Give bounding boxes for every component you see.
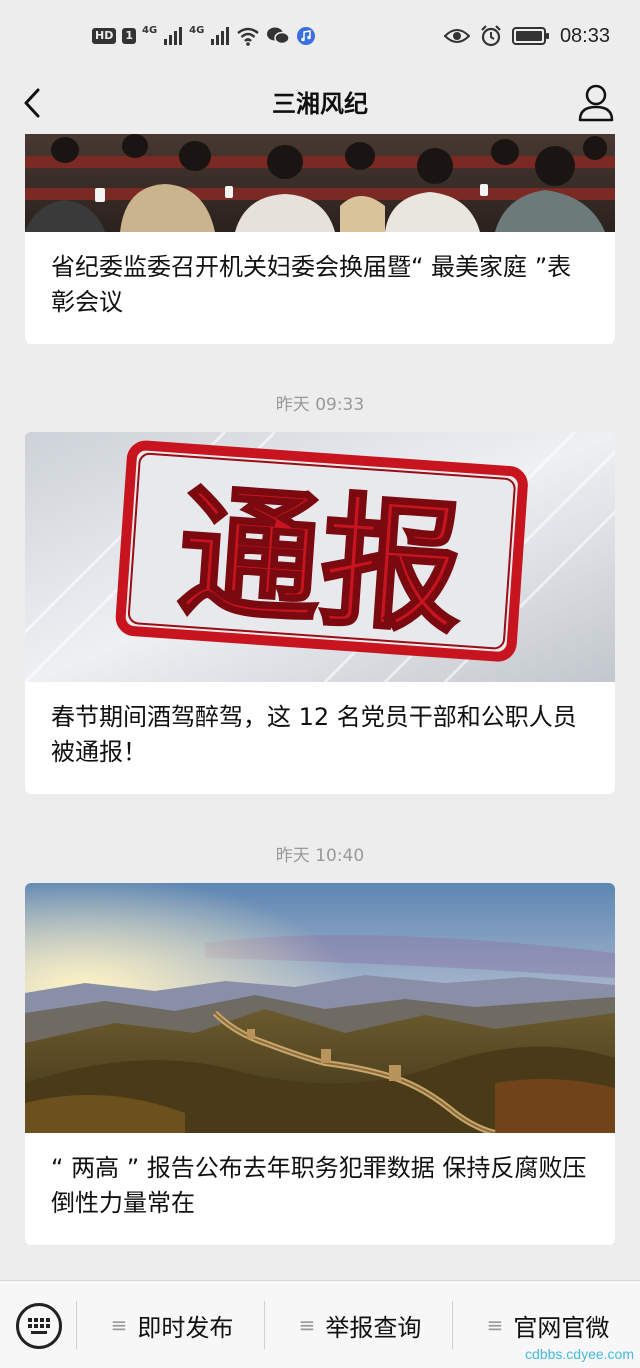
tongbao-banner: 通报: [25, 432, 615, 682]
article-card[interactable]: “ 两高 ” 报告公布去年职务犯罪数据 保持反腐败压倒性力量常在: [25, 883, 615, 1245]
music-icon: [297, 27, 316, 45]
keyboard-toggle-button[interactable]: [16, 1303, 62, 1349]
article-title: 省纪委监委召开机关妇委会换届暨“ 最美家庭 ”表彰会议: [51, 253, 572, 316]
status-left: HD 1 4G 4G: [92, 22, 316, 50]
divider: [264, 1301, 265, 1349]
page-title: 三湘风纪: [272, 90, 368, 118]
menu-item-label: 即时发布: [137, 1313, 234, 1342]
menu-lines-icon: ≡: [298, 1313, 316, 1337]
meeting-photo: [25, 134, 615, 232]
wechat-icon: [267, 27, 291, 45]
watermark: cdbbs.cdyee.com: [525, 1346, 634, 1362]
banner-text: 通报: [174, 469, 469, 653]
menu-item-report-query[interactable]: ≡ 举报查询: [268, 1305, 452, 1345]
timestamp: 昨天 10:40: [275, 846, 365, 866]
profile-button[interactable]: [574, 80, 618, 124]
menu-item-label: 官网官微: [513, 1313, 610, 1342]
divider: [452, 1301, 453, 1349]
article-title: 春节期间酒驾醉驾，这 12 名党员干部和公职人员被通报！: [51, 703, 577, 766]
clock: 08:33: [559, 24, 610, 47]
keyboard-icon: [28, 1318, 50, 1334]
menu-lines-icon: ≡: [110, 1313, 128, 1337]
article-card[interactable]: 通报 春节期间酒驾醉驾，这 12 名党员干部和公职人员被通报！: [25, 432, 615, 794]
menu-item-instant-release[interactable]: ≡ 即时发布: [80, 1305, 264, 1345]
menu-lines-icon: ≡: [486, 1313, 504, 1337]
signal-icon: [164, 27, 183, 45]
article-image-meeting: [25, 134, 615, 232]
sim-badge: 1: [122, 28, 136, 44]
article-title: “ 两高 ” 报告公布去年职务犯罪数据 保持反腐败压倒性力量常在: [51, 1154, 587, 1217]
user-icon: [578, 84, 614, 122]
wifi-icon: [237, 27, 260, 46]
article-image-tongbao: 通报: [25, 432, 615, 682]
message-feed[interactable]: 省纪委监委召开机关妇委会换届暨“ 最美家庭 ”表彰会议 昨天 09:33 通报 …: [0, 134, 640, 1280]
menu-item-label: 举报查询: [325, 1313, 422, 1342]
battery-icon: [511, 27, 549, 45]
network-type-1: 4G: [142, 24, 158, 36]
signal-icon: [211, 27, 230, 45]
eye-icon: [443, 29, 470, 43]
timestamp: 昨天 09:33: [275, 395, 365, 415]
hd-badge: HD: [92, 28, 117, 44]
divider: [76, 1301, 77, 1349]
status-right: 08:33: [443, 22, 610, 50]
alarm-icon: [481, 25, 501, 47]
menu-item-official-site[interactable]: ≡ 官网官微: [456, 1305, 640, 1345]
article-card[interactable]: 省纪委监委召开机关妇委会换届暨“ 最美家庭 ”表彰会议: [25, 134, 615, 344]
great-wall-photo: [25, 883, 615, 1133]
article-image-great-wall: [25, 883, 615, 1133]
header: 三湘风纪: [0, 72, 640, 134]
network-type-2: 4G: [189, 24, 205, 36]
status-bar: HD 1 4G 4G 08:33: [0, 0, 640, 72]
